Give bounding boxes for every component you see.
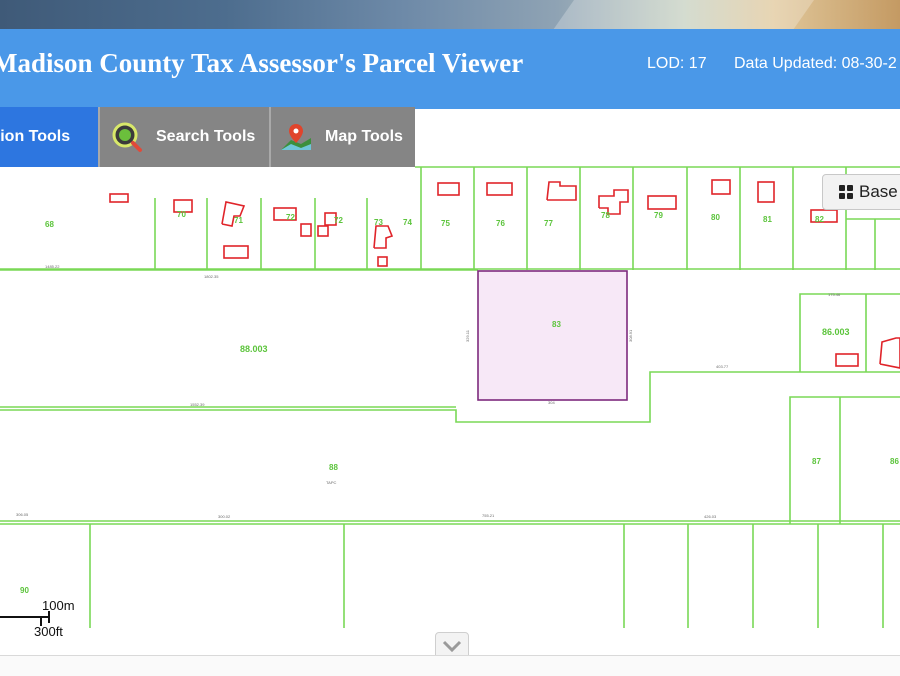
svg-text:426.03: 426.03 xyxy=(704,514,717,519)
tools-toolbar: ation Tools Search Tools Map Tools xyxy=(0,107,415,167)
svg-text:1485.22: 1485.22 xyxy=(45,264,60,269)
svg-text:71: 71 xyxy=(234,216,243,225)
svg-text:1802.35: 1802.35 xyxy=(204,274,219,279)
svg-text:755.21: 755.21 xyxy=(482,513,495,518)
map-tools-label: Map Tools xyxy=(325,128,403,145)
selected-parcel-83[interactable] xyxy=(477,270,628,401)
svg-text:76: 76 xyxy=(496,219,505,228)
svg-text:73: 73 xyxy=(374,218,383,227)
svg-text:90: 90 xyxy=(20,586,29,595)
navigation-tools-button[interactable]: ation Tools xyxy=(0,107,98,167)
basemap-label: Base xyxy=(859,182,898,201)
app-header: Madison County Tax Assessor's Parcel Vie… xyxy=(0,29,900,109)
svg-text:306.05: 306.05 xyxy=(16,512,29,517)
svg-text:86: 86 xyxy=(890,457,899,466)
data-updated-label: Data Updated: 08-30-2 xyxy=(734,55,897,72)
basemap-button[interactable]: Base xyxy=(822,174,900,210)
svg-text:79: 79 xyxy=(654,211,663,220)
svg-text:83: 83 xyxy=(552,320,561,329)
search-tools-button[interactable]: Search Tools xyxy=(98,107,269,167)
svg-text:74: 74 xyxy=(403,218,412,227)
svg-text:68: 68 xyxy=(45,220,54,229)
svg-text:77: 77 xyxy=(544,219,553,228)
map-pin-icon xyxy=(281,124,311,150)
svg-text:78: 78 xyxy=(601,211,610,220)
svg-text:TAPC: TAPC xyxy=(326,480,336,485)
lod-indicator: LOD: 17 xyxy=(647,55,707,72)
chevron-down-icon xyxy=(442,640,462,652)
svg-text:304: 304 xyxy=(548,400,555,405)
svg-text:175.46: 175.46 xyxy=(828,292,841,297)
parcel-map[interactable]: 68 70 71 72 72 73 74 75 76 77 78 79 80 8… xyxy=(0,116,900,628)
svg-text:72: 72 xyxy=(286,213,295,222)
svg-text:86.003: 86.003 xyxy=(822,327,850,337)
bottom-edge xyxy=(0,655,900,676)
navigation-tools-label: ation Tools xyxy=(0,128,71,145)
svg-text:70: 70 xyxy=(177,210,186,219)
svg-text:300.02: 300.02 xyxy=(218,514,231,519)
svg-text:88.003: 88.003 xyxy=(240,344,268,354)
scale-imperial-label: 300ft xyxy=(34,624,63,639)
svg-text:308.91: 308.91 xyxy=(628,329,633,342)
scale-metric-label: 100m xyxy=(42,598,75,613)
svg-text:1552.39: 1552.39 xyxy=(190,402,205,407)
svg-text:72: 72 xyxy=(334,216,343,225)
background-photo-strip xyxy=(0,0,900,30)
svg-text:80: 80 xyxy=(711,213,720,222)
svg-text:87: 87 xyxy=(812,457,821,466)
search-tools-label: Search Tools xyxy=(156,128,256,145)
svg-text:329.11: 329.11 xyxy=(465,329,470,342)
svg-text:75: 75 xyxy=(441,219,450,228)
svg-text:403.77: 403.77 xyxy=(716,364,729,369)
svg-text:82: 82 xyxy=(815,215,824,224)
grid-icon xyxy=(839,185,853,199)
map-tools-button[interactable]: Map Tools xyxy=(269,107,415,167)
search-globe-icon xyxy=(112,122,142,152)
svg-text:81: 81 xyxy=(763,215,772,224)
parcel-map-canvas[interactable]: 68 70 71 72 72 73 74 75 76 77 78 79 80 8… xyxy=(0,116,900,628)
svg-text:88: 88 xyxy=(329,463,338,472)
scale-bar: 100m 300ft xyxy=(0,598,80,642)
page-title: Madison County Tax Assessor's Parcel Vie… xyxy=(0,48,524,78)
